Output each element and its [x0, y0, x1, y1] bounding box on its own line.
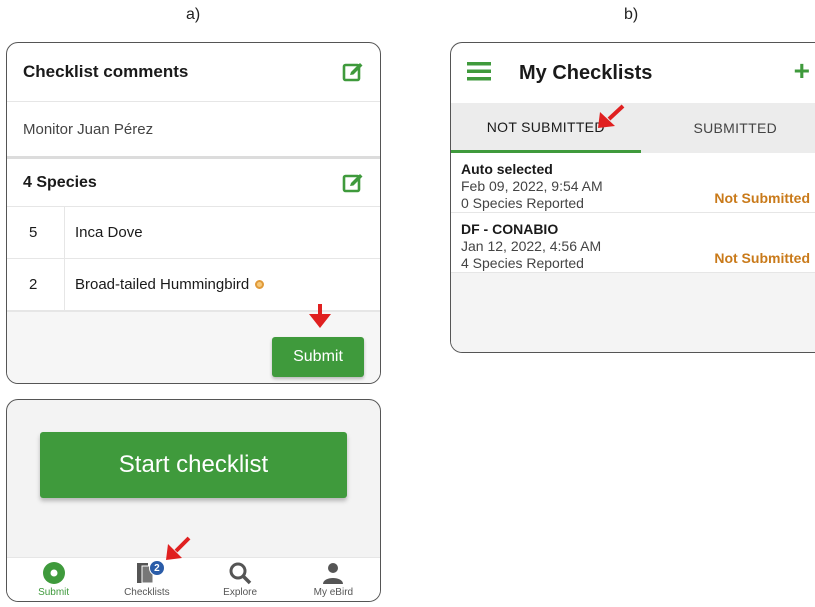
red-arrow-icon	[598, 104, 625, 128]
species-count-title: 4 Species	[23, 173, 97, 191]
checklist-review-screen: Checklist comments Monitor Juan Pérez 4 …	[6, 42, 381, 384]
add-checklist-icon[interactable]: +	[794, 57, 810, 85]
list-item[interactable]: Auto selected Feb 09, 2022, 9:54 AM 0 Sp…	[451, 153, 815, 213]
panel-label-b: b)	[624, 6, 639, 23]
panel-label-a: a)	[186, 6, 201, 23]
nav-label: Submit	[38, 587, 70, 598]
submit-dot-icon	[42, 561, 66, 585]
species-header: 4 Species	[7, 159, 380, 207]
search-icon	[228, 561, 252, 585]
start-checklist-screen: Start checklist Submit 2 Checklists Expl…	[6, 399, 381, 602]
nav-checklists[interactable]: 2 Checklists	[100, 558, 193, 601]
start-checklist-button[interactable]: Start checklist	[40, 432, 347, 498]
comment-text[interactable]: Monitor Juan Pérez	[7, 101, 380, 157]
status-badge: Not Submitted	[714, 190, 810, 206]
species-name-wrap: Broad-tailed Hummingbird	[65, 276, 265, 293]
checklists-badge: 2	[148, 560, 165, 576]
checklist-name: DF - CONABIO	[461, 221, 559, 237]
tab-submitted[interactable]: SUBMITTED	[641, 103, 815, 153]
menu-icon[interactable]	[467, 61, 491, 86]
submit-button[interactable]: Submit	[272, 337, 364, 377]
nav-label: Checklists	[124, 587, 170, 598]
person-icon	[321, 561, 345, 585]
checklist-name: Auto selected	[461, 161, 553, 177]
comments-header: Checklist comments	[7, 43, 380, 101]
nav-explore[interactable]: Explore	[194, 558, 287, 601]
nav-label: My eBird	[313, 587, 354, 598]
species-name: Broad-tailed Hummingbird	[75, 276, 250, 293]
species-count: 2	[7, 259, 65, 310]
checklist-tabs: NOT SUBMITTED SUBMITTED	[451, 103, 815, 153]
nav-label: Explore	[223, 587, 258, 598]
checklist-list: Auto selected Feb 09, 2022, 9:54 AM 0 Sp…	[451, 153, 815, 352]
page-title: My Checklists	[519, 61, 653, 84]
edit-species-icon[interactable]	[342, 172, 364, 194]
red-arrow-icon	[166, 536, 191, 560]
my-checklists-screen: My Checklists + NOT SUBMITTED SUBMITTED …	[450, 42, 815, 353]
nav-my-ebird[interactable]: My eBird	[287, 558, 380, 601]
comments-title: Checklist comments	[23, 62, 189, 81]
nav-submit[interactable]: Submit	[7, 558, 100, 601]
app-bar: My Checklists +	[451, 43, 815, 103]
red-arrow-icon	[309, 304, 331, 328]
status-badge: Not Submitted	[714, 250, 810, 266]
list-item[interactable]: DF - CONABIO Jan 12, 2022, 4:56 AM 4 Spe…	[451, 213, 815, 273]
rare-species-icon	[255, 280, 265, 289]
edit-comments-icon[interactable]	[342, 61, 364, 83]
species-row[interactable]: 5 Inca Dove	[7, 207, 380, 259]
bottom-nav: Submit 2 Checklists Explore My eBird	[7, 557, 380, 601]
species-name: Inca Dove	[75, 224, 143, 241]
species-count: 5	[7, 207, 65, 258]
